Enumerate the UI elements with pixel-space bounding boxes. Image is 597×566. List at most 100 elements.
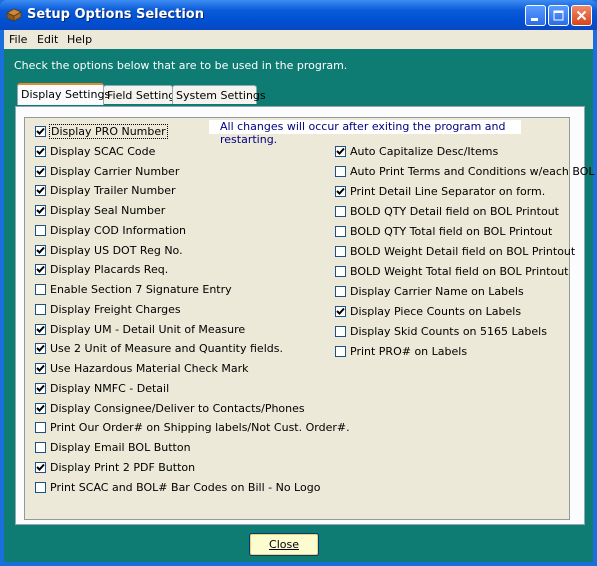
option-label: BOLD QTY Total field on BOL Printout xyxy=(350,225,553,238)
option-label: Display Placards Req. xyxy=(50,263,169,277)
setup-options-window: Setup Options Selection File Edit Help C… xyxy=(0,0,597,566)
option-label: Display PRO Number xyxy=(49,124,168,139)
checkmark-icon xyxy=(36,345,45,353)
checkbox[interactable] xyxy=(335,226,346,237)
checkbox[interactable] xyxy=(35,481,46,493)
checkmark-icon xyxy=(36,325,45,333)
option-label: Display Freight Charges xyxy=(50,302,181,316)
checkbox[interactable] xyxy=(335,306,346,317)
checkbox[interactable] xyxy=(335,206,346,217)
display-settings-panel: All changes will occur after exiting the… xyxy=(15,106,595,525)
checkmark-icon xyxy=(36,246,45,254)
options-group: All changes will occur after exiting the… xyxy=(24,117,595,520)
checkmark-icon xyxy=(36,384,45,392)
checkmark-icon xyxy=(36,463,45,471)
close-button-label: Close xyxy=(269,538,299,551)
tab-display-settings[interactable]: Display Settings xyxy=(17,83,110,105)
maximize-icon xyxy=(553,10,564,21)
minimize-icon xyxy=(531,18,538,21)
option-label: Print PRO# on Labels xyxy=(350,345,468,358)
option-label: Display US DOT Reg No. xyxy=(50,243,183,257)
checkbox[interactable] xyxy=(335,346,346,357)
option-label: Display NMFC - Detail xyxy=(50,381,170,395)
checkbox[interactable] xyxy=(35,303,46,315)
option-label: Display Carrier Name on Labels xyxy=(350,285,524,298)
checkbox[interactable] xyxy=(335,286,346,297)
option-label: BOLD Weight Detail field on BOL Printout xyxy=(350,245,576,258)
minimize-button[interactable] xyxy=(525,5,546,26)
option-label: Display Carrier Number xyxy=(50,164,180,178)
menu-help[interactable]: Help xyxy=(67,33,92,46)
checkbox[interactable] xyxy=(335,166,346,177)
checkbox[interactable] xyxy=(35,363,46,374)
checkmark-icon xyxy=(36,147,45,155)
checkbox[interactable] xyxy=(35,145,46,157)
window-client-area: File Edit Help Check the options below t… xyxy=(4,30,595,562)
checkbox[interactable] xyxy=(35,165,46,177)
checkbox[interactable] xyxy=(35,205,46,216)
option-label: Display Trailer Number xyxy=(50,184,176,198)
checkbox[interactable] xyxy=(35,244,46,256)
checkmark-icon xyxy=(336,307,345,315)
restart-note: All changes will occur after exiting the… xyxy=(209,120,521,146)
option-label: Display Seal Number xyxy=(50,204,166,217)
instructions-text: Check the options below that are to be u… xyxy=(14,59,348,72)
settings-tabs: Display Settings Field Settings System S… xyxy=(15,83,595,525)
title-bar[interactable]: Setup Options Selection xyxy=(0,0,597,30)
checkmark-icon xyxy=(36,187,45,195)
menu-bar: File Edit Help xyxy=(4,30,593,49)
checkbox[interactable] xyxy=(35,422,46,434)
checkmark-icon xyxy=(336,147,345,155)
checkbox[interactable] xyxy=(35,284,46,295)
option-label: Display Consignee/Deliver to Contacts/Ph… xyxy=(50,401,305,415)
option-label: Display Piece Counts on Labels xyxy=(350,305,522,318)
maximize-button[interactable] xyxy=(548,5,569,26)
checkmark-icon xyxy=(36,266,45,274)
menu-edit[interactable]: Edit xyxy=(37,33,58,46)
option-label: Use Hazardous Material Check Mark xyxy=(50,362,249,375)
tab-system-settings[interactable]: System Settings xyxy=(172,85,266,104)
checkmark-icon xyxy=(36,127,45,135)
checkbox[interactable] xyxy=(35,343,46,355)
checkbox[interactable] xyxy=(35,442,46,453)
option-label: Print Our Order# on Shipping labels/Not … xyxy=(50,421,350,435)
option-label: Auto Print Terms and Conditions w/each B… xyxy=(350,165,595,178)
option-label: Use 2 Unit of Measure and Quantity field… xyxy=(50,342,283,356)
checkbox[interactable] xyxy=(35,126,46,137)
option-label: Print SCAC and BOL# Bar Codes on Bill - … xyxy=(50,480,321,494)
tab-field-settings[interactable]: Field Settings xyxy=(103,85,181,104)
menu-file[interactable]: File xyxy=(9,33,27,46)
checkbox[interactable] xyxy=(335,246,346,257)
checkmark-icon xyxy=(36,206,45,214)
option-label: Print Detail Line Separator on form. xyxy=(350,185,546,198)
checkbox[interactable] xyxy=(335,266,346,277)
checkbox[interactable] xyxy=(35,323,46,335)
checkbox[interactable] xyxy=(335,186,346,197)
option-label: Display UM - Detail Unit of Measure xyxy=(50,322,246,336)
checkmark-icon xyxy=(36,404,45,412)
option-label: Auto Capitalize Desc/Items xyxy=(350,145,499,158)
checkbox[interactable] xyxy=(35,382,46,394)
close-window-button[interactable] xyxy=(571,5,592,26)
option-label: Display Skid Counts on 5165 Labels xyxy=(350,325,547,338)
checkmark-icon xyxy=(36,364,45,372)
option-label: Display COD Information xyxy=(50,223,187,237)
checkmark-icon xyxy=(36,167,45,175)
close-icon xyxy=(576,10,587,21)
option-label: BOLD Weight Total field on BOL Printout xyxy=(350,265,569,278)
option-label: Display Email BOL Button xyxy=(50,441,191,454)
checkbox[interactable] xyxy=(35,264,46,276)
option-label: Display SCAC Code xyxy=(50,144,156,158)
app-icon xyxy=(6,8,22,22)
window-title: Setup Options Selection xyxy=(27,7,204,22)
option-label: BOLD QTY Detail field on BOL Printout xyxy=(350,205,559,218)
option-label: Enable Section 7 Signature Entry xyxy=(50,283,232,296)
checkbox[interactable] xyxy=(335,326,346,337)
option-label: Display Print 2 PDF Button xyxy=(50,460,196,474)
close-button[interactable]: Close xyxy=(249,533,319,556)
checkbox[interactable] xyxy=(35,402,46,414)
checkbox[interactable] xyxy=(35,461,46,473)
checkbox[interactable] xyxy=(335,146,346,157)
checkbox[interactable] xyxy=(35,224,46,236)
checkbox[interactable] xyxy=(35,185,46,197)
